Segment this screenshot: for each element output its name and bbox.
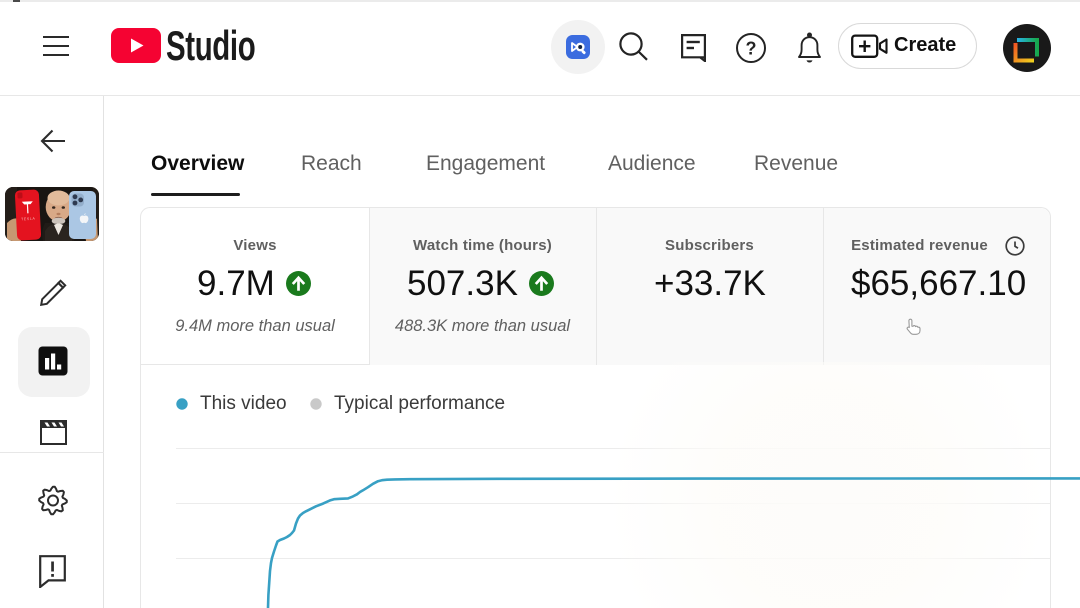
svg-text:TESLA: TESLA xyxy=(21,217,36,222)
svg-text:?: ? xyxy=(746,39,757,59)
